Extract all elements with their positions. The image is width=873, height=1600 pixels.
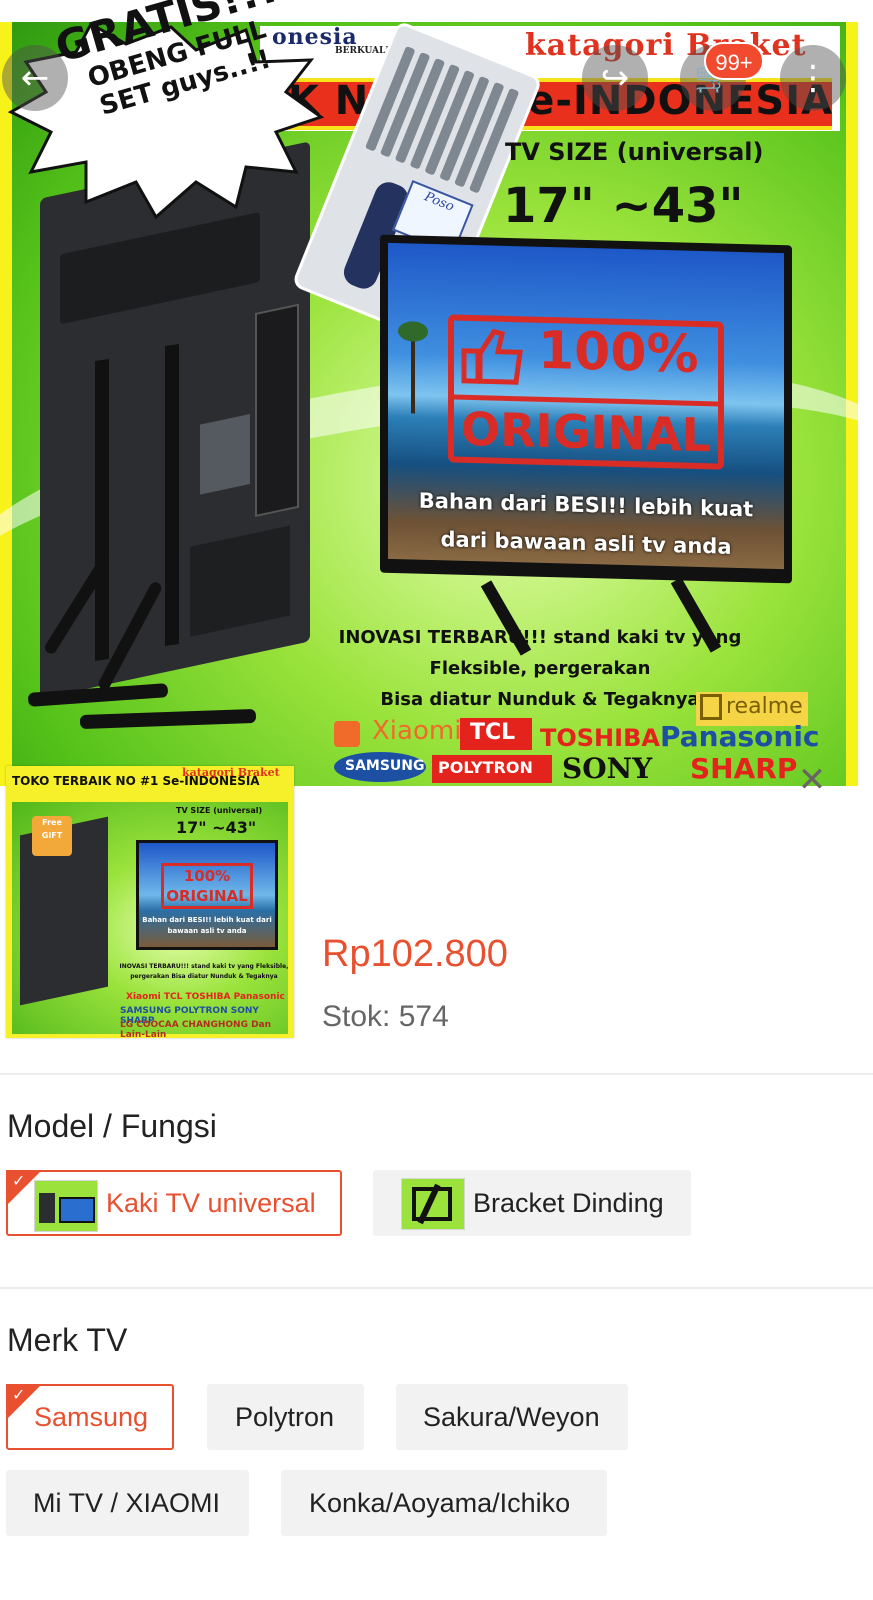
brand-option-label: Samsung: [34, 1402, 149, 1432]
thumb-tv-range: 17" ~43": [176, 818, 257, 837]
realme-logo: realme: [700, 694, 803, 720]
check-icon: ✓: [12, 1171, 26, 1190]
tv-back-vent-lower: [190, 525, 290, 637]
variant-thumbnail[interactable]: TOKO TERBAIK NO #1 Se-INDONESIA katagori…: [6, 766, 294, 1038]
thumb-tv-front: 100% ORIGINAL Bahan dari BESI!! lebih ku…: [136, 840, 278, 950]
product-image-banner[interactable]: onesia BERKUALIT katagori Braket IK NO #…: [0, 0, 873, 786]
brand-option-label: Sakura/Weyon: [423, 1402, 600, 1432]
thumb-inovasi: INOVASI TERBARU!!! stand kaki tv yang Fl…: [119, 963, 289, 980]
tv-screen: 100% ORIGINAL Bahan dari BESI!! lebih ku…: [388, 242, 784, 570]
check-icon: ✓: [12, 1385, 26, 1404]
palm-tree: [398, 321, 428, 414]
brand-option-samsung[interactable]: ✓ Samsung: [6, 1384, 174, 1450]
thumb-original-box: 100% ORIGINAL: [161, 863, 253, 909]
product-stock: Stok: 574: [322, 1000, 449, 1033]
model-option-label: Kaki TV universal: [106, 1188, 316, 1218]
brand-option-sakura-weyon[interactable]: Sakura/Weyon: [396, 1384, 628, 1450]
product-price: Rp102.800: [322, 933, 508, 975]
banner-headline: IK NO #1 Se-INDONESIA: [272, 78, 834, 124]
more-button[interactable]: ⋮: [780, 45, 846, 111]
model-option-bracket-dinding[interactable]: Bracket Dinding: [373, 1170, 691, 1236]
xiaomi-logo: Xiaomi: [372, 716, 462, 746]
brand-option-polytron[interactable]: Polytron: [207, 1384, 364, 1450]
realme-label: realme: [726, 694, 803, 719]
tv-back-panel: [200, 414, 250, 495]
cart-count-badge: 99+: [704, 42, 764, 80]
divider: [0, 1287, 873, 1289]
original-percent: 100%: [538, 320, 699, 385]
stand-bracket-right: [165, 344, 179, 646]
tv-back-vent: [60, 211, 260, 325]
inovasi-line1: INOVASI TERBARU!!! stand kaki tv yang: [338, 627, 742, 648]
bahan-line2: dari bawaan asli tv anda: [440, 527, 732, 559]
samsung-logo: SAMSUNG: [345, 758, 425, 774]
model-section-title: Model / Fungsi: [7, 1108, 217, 1144]
brand-option-label: Konka/Aoyama/Ichiko: [309, 1488, 571, 1518]
tv-back-ports: [255, 303, 299, 517]
sharp-logo: SHARP: [690, 752, 798, 785]
back-button[interactable]: ←: [2, 45, 68, 111]
kaki-tv-thumb-image: [34, 1180, 98, 1232]
thumb-brands-row3: LG COOCAA CHANGHONG Dan Lain-Lain: [120, 1020, 272, 1038]
divider: [0, 1073, 873, 1075]
thumbs-up-icon: [461, 328, 523, 385]
inovasi-line2: Fleksible, pergerakan: [429, 658, 651, 679]
more-vertical-icon: ⋮: [796, 58, 830, 98]
thumb-bahan: Bahan dari BESI!! lebih kuat dari bawaan…: [142, 916, 272, 935]
original-word: ORIGINAL: [454, 394, 718, 463]
thumb-tv-size: TV SIZE (universal): [176, 806, 263, 815]
model-option-kaki-tv[interactable]: ✓ Kaki TV universal: [6, 1170, 342, 1236]
bracket-dinding-thumb-image: [401, 1178, 465, 1230]
close-icon[interactable]: ✕: [790, 762, 834, 798]
thumb-gift-badge: Free GIFT: [32, 816, 72, 856]
mi-icon: [334, 721, 360, 747]
brand-section-title: Merk TV: [7, 1322, 128, 1358]
thumb-tv-screen: 100% ORIGINAL Bahan dari BESI!! lebih ku…: [139, 843, 275, 947]
share-button[interactable]: ↪: [582, 45, 648, 111]
thumb-kategori: katagori Braket: [182, 766, 280, 779]
brand-option-mi-tv-xiaomi[interactable]: Mi TV / XIAOMI: [6, 1470, 249, 1536]
polytron-logo: POLYTRON: [438, 758, 533, 777]
stand-bracket-left: [95, 359, 109, 661]
tcl-logo: TCL: [470, 720, 516, 745]
banner-kategori: katagori Braket: [525, 28, 807, 63]
thumb-brands-row1: Xiaomi TCL TOSHIBA Panasonic: [126, 992, 285, 1002]
sony-logo: SONY: [562, 752, 653, 785]
toshiba-logo: TOSHIBA: [540, 724, 660, 752]
tv-size-label: TV SIZE (universal): [505, 138, 764, 166]
tv-front-image: 100% ORIGINAL Bahan dari BESI!! lebih ku…: [380, 234, 792, 584]
share-icon: ↪: [600, 58, 630, 98]
brand-option-konka-aoyama-ichiko[interactable]: Konka/Aoyama/Ichiko: [281, 1470, 607, 1536]
brand-option-label: Mi TV / XIAOMI: [33, 1488, 221, 1518]
back-arrow-icon: ←: [20, 58, 50, 98]
panasonic-logo: Panasonic: [660, 720, 820, 753]
model-option-label: Bracket Dinding: [473, 1188, 664, 1218]
tv-size-range: 17" ~43": [503, 178, 744, 234]
bahan-text: Bahan dari BESI!! lebih kuat dari bawaan…: [406, 481, 766, 566]
brand-option-label: Polytron: [235, 1402, 335, 1432]
